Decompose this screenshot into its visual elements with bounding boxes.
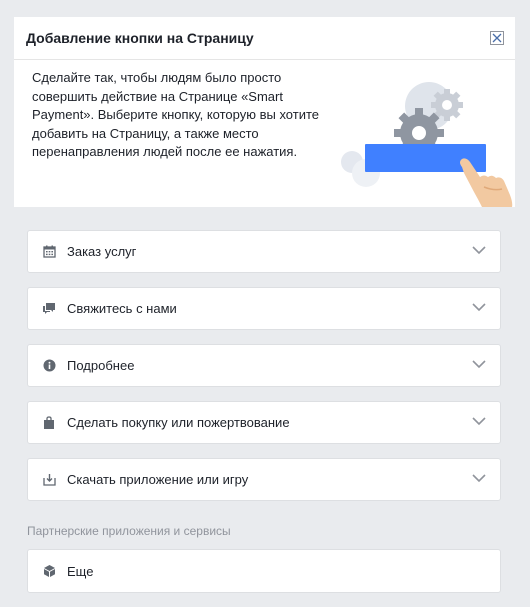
chevron-down-icon xyxy=(472,360,486,369)
shopping-bag-icon xyxy=(41,415,57,431)
add-button-dialog: Добавление кнопки на Страницу Сделайте т… xyxy=(14,17,515,207)
option-shop-donate[interactable]: Сделать покупку или пожертвование xyxy=(27,401,501,444)
button-illustration xyxy=(341,82,513,207)
chevron-down-icon xyxy=(472,417,486,426)
chevron-down-icon xyxy=(472,303,486,312)
partners-section-label: Партнерские приложения и сервисы xyxy=(27,524,231,538)
chat-icon xyxy=(41,301,57,317)
dialog-header: Добавление кнопки на Страницу xyxy=(14,17,515,60)
option-download-app[interactable]: Скачать приложение или игру xyxy=(27,458,501,501)
option-label: Свяжитесь с нами xyxy=(67,301,177,316)
dialog-intro-text: Сделайте так, чтобы людям было просто со… xyxy=(32,70,320,159)
cube-icon xyxy=(41,563,57,579)
chevron-down-icon xyxy=(472,246,486,255)
info-icon xyxy=(41,358,57,374)
dialog-title: Добавление кнопки на Страницу xyxy=(26,30,254,46)
download-icon xyxy=(41,472,57,488)
option-label: Еще xyxy=(67,563,94,579)
option-book-services[interactable]: Заказ услуг xyxy=(27,230,501,273)
chevron-down-icon xyxy=(472,474,486,483)
option-label: Заказ услуг xyxy=(67,244,137,259)
close-icon[interactable] xyxy=(490,31,504,45)
option-label: Сделать покупку или пожертвование xyxy=(67,415,290,430)
option-more-partners[interactable]: Еще xyxy=(27,549,501,593)
option-label: Подробнее xyxy=(67,358,135,373)
calendar-icon xyxy=(41,244,57,260)
option-contact-us[interactable]: Свяжитесь с нами xyxy=(27,287,501,330)
option-label: Скачать приложение или игру xyxy=(67,472,249,487)
option-learn-more[interactable]: Подробнее xyxy=(27,344,501,387)
